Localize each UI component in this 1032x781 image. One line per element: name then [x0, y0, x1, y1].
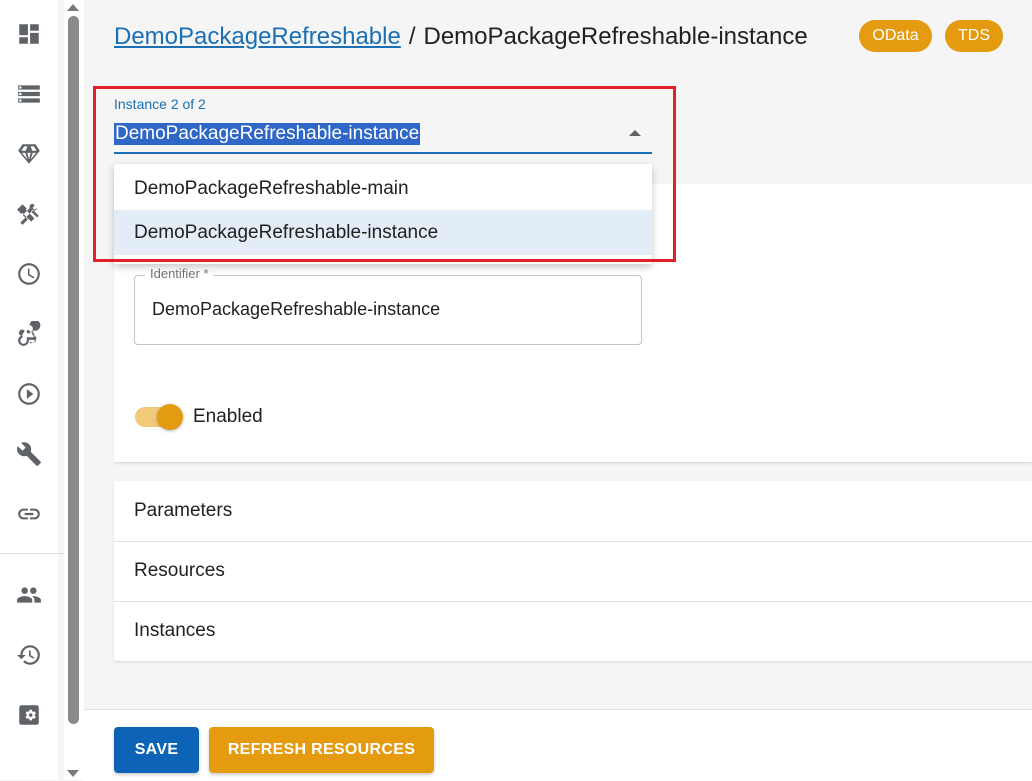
tds-badge: TDS — [945, 20, 1003, 52]
scroll-up-arrow-icon[interactable] — [67, 4, 79, 11]
dashboard-icon[interactable] — [14, 19, 44, 49]
scrollbar-thumb[interactable] — [68, 16, 79, 724]
instance-select-input[interactable]: DemoPackageRefreshable-instance — [114, 123, 421, 145]
section-resources[interactable]: Resources — [114, 541, 1032, 602]
refresh-resources-button[interactable]: REFRESH RESOURCES — [209, 727, 434, 773]
section-resources-label: Resources — [134, 560, 225, 581]
instance-dropdown: DemoPackageRefreshable-main DemoPackageR… — [114, 164, 652, 264]
wrench-icon[interactable] — [14, 439, 44, 469]
instance-select-label: Instance 2 of 2 — [114, 96, 206, 112]
section-parameters[interactable]: Parameters — [114, 481, 1032, 542]
section-parameters-label: Parameters — [134, 500, 233, 521]
list-icon[interactable] — [14, 79, 44, 109]
instance-option-label: DemoPackageRefreshable-main — [134, 178, 409, 199]
odata-badge: OData — [859, 20, 932, 52]
play-circle-icon[interactable] — [14, 379, 44, 409]
settings-icon[interactable] — [14, 700, 44, 730]
sidebar — [0, 0, 64, 780]
breadcrumb: DemoPackageRefreshable / DemoPackageRefr… — [114, 20, 808, 54]
webhook-icon[interactable] — [14, 319, 44, 349]
enabled-toggle-thumb[interactable] — [157, 404, 183, 430]
identifier-label: Identifier * — [145, 266, 214, 281]
clock-icon[interactable] — [14, 259, 44, 289]
section-instances[interactable]: Instances — [114, 601, 1032, 661]
scroll-down-arrow-icon[interactable] — [67, 770, 79, 777]
link-icon[interactable] — [14, 499, 44, 529]
diamond-icon[interactable] — [14, 139, 44, 169]
history-icon[interactable] — [14, 640, 44, 670]
instance-option-selected[interactable]: DemoPackageRefreshable-instance — [114, 210, 652, 255]
tools-icon[interactable] — [14, 199, 44, 229]
breadcrumb-parent-link[interactable]: DemoPackageRefreshable — [114, 23, 401, 51]
breadcrumb-separator: / — [408, 23, 416, 50]
save-button[interactable]: SAVE — [114, 727, 199, 773]
instance-select-underline — [114, 152, 652, 154]
identifier-value[interactable]: DemoPackageRefreshable-instance — [152, 299, 440, 320]
section-instances-label: Instances — [134, 620, 216, 641]
instance-option[interactable]: DemoPackageRefreshable-main — [114, 166, 652, 211]
enabled-label: Enabled — [193, 406, 263, 427]
instance-option-label: DemoPackageRefreshable-instance — [134, 222, 439, 243]
chevron-up-icon[interactable] — [629, 130, 641, 136]
users-icon[interactable] — [14, 580, 44, 610]
sidebar-divider — [0, 553, 64, 554]
sections-accordion: Parameters Resources Instances — [114, 481, 1032, 661]
page-title: DemoPackageRefreshable-instance — [423, 23, 808, 50]
